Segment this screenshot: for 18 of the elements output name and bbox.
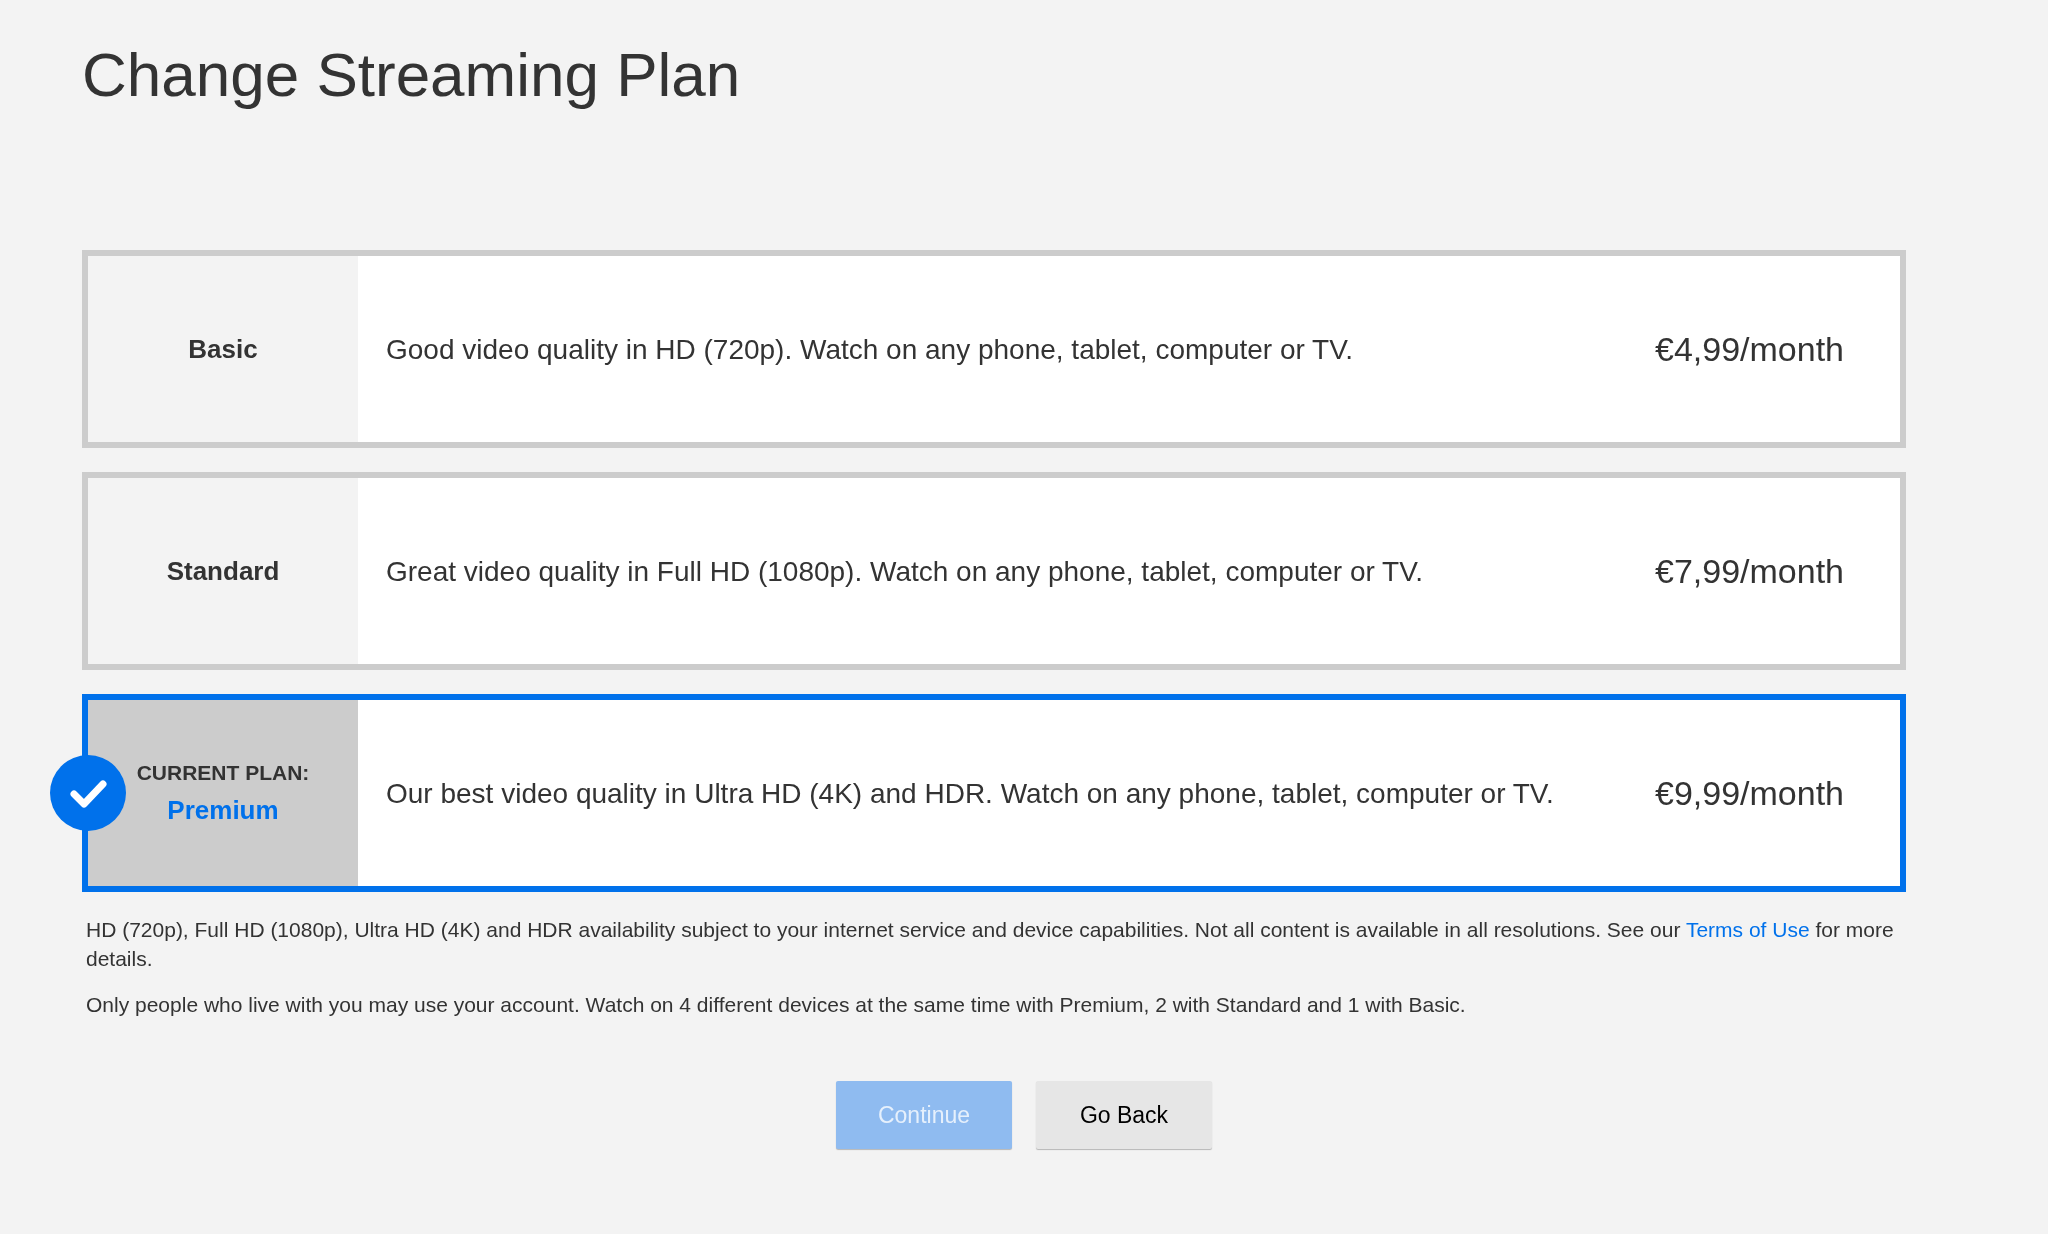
page-title: Change Streaming Plan [82,39,742,111]
plan-description: Our best video quality in Ultra HD (4K) and HDR. Watch on any phone, tablet, computer or TV. [386,776,1554,811]
plan-price: €4,99/month [1654,329,1844,369]
current-plan-label: CURRENT PLAN: [136,760,310,785]
plan-option[interactable]: Standard Great video quality in Full HD (1080p). Watch on any phone, tablet, computer or TV. €7,99/month [82,472,1906,671]
plan-price: €9,99/month [1654,773,1844,813]
disclaimer-text: HD (720p), Full HD (1080p), Ultra HD (4K) and HDR availability subject to your internet service and device capabilities. Not all content is available in all resolutions. See our Terms of Use for more details. [86,917,1895,972]
plan-price: €7,99/month [1654,551,1844,591]
back-button[interactable]: Go Back [1036,1081,1212,1150]
plan-description: Great video quality in Full HD (1080p). Watch on any phone, tablet, computer or TV. [386,554,1424,589]
plan-name: Premium [167,794,279,826]
plan-option[interactable]: CURRENT PLAN: Premium Our best video quality in Ultra HD (4K) and HDR. Watch on any phone, tablet, computer or TV. €9,99/month [82,694,1906,893]
plan-name: Standard [166,555,280,587]
disclaimer-text: Only people who live with you may use your account. Watch on 4 different devices at the same time with Premium, 2 with Standard and 1 with Basic. [86,992,1467,1019]
plan-description: Good video quality in HD (720p). Watch on any phone, tablet, computer or TV. [386,332,1354,367]
terms-link[interactable]: Terms of Use [1685,918,1810,942]
plan-name: Basic [188,333,258,365]
plan-option[interactable]: Basic Good video quality in HD (720p). Watch on any phone, tablet, computer or TV. €4,99/month [82,250,1906,449]
